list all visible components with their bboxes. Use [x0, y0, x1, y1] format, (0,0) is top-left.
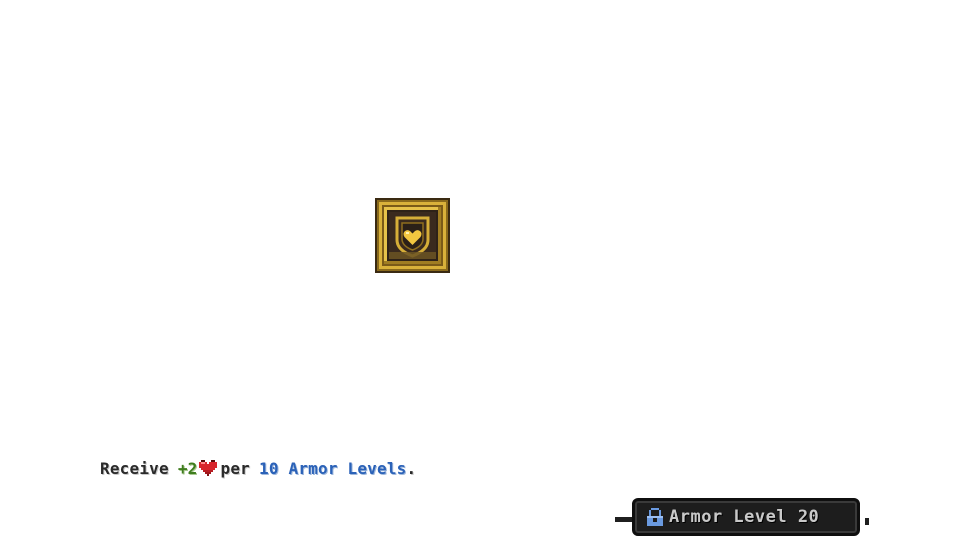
requirement-label: Armor Level 20: [669, 507, 820, 527]
health-bonus-value: +2: [177, 458, 198, 478]
level-requirement: Armor Level 20: [612, 498, 874, 540]
lock-icon: [647, 508, 663, 526]
armor-levels-requirement: 10 Armor Levels: [259, 458, 407, 478]
description-suffix: .: [406, 458, 417, 478]
gold-shield-heart-icon: [375, 198, 450, 273]
requirement-badge: Armor Level 20: [632, 498, 860, 536]
skill-icon[interactable]: [375, 198, 450, 273]
description-middle: per: [220, 458, 251, 478]
heart-icon: [198, 460, 217, 476]
perk-description: Receive +2 per 10 Armor Levels .: [100, 456, 416, 480]
connector-end: [865, 518, 869, 525]
description-prefix: Receive: [100, 458, 169, 478]
